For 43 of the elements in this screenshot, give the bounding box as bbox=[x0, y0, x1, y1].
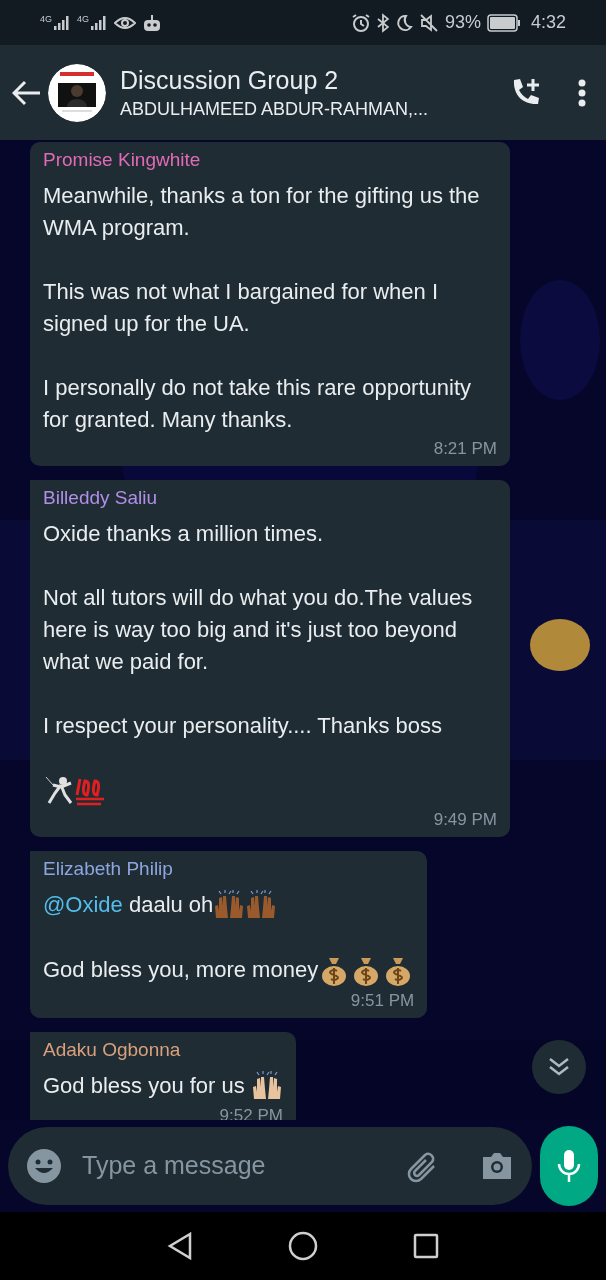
message-text: This was not what I bargained for when I signed up for the UA. bbox=[43, 278, 439, 338]
double-chevron-icon bbox=[548, 1057, 570, 1077]
mention-link[interactable]: @Oxide bbox=[43, 892, 123, 918]
message-time: 9:51 PM bbox=[350, 989, 415, 1012]
back-icon[interactable] bbox=[12, 79, 42, 106]
more-options-icon[interactable] bbox=[578, 78, 586, 107]
sender-name[interactable]: Promise Kingwhite bbox=[43, 146, 497, 174]
message-text: Meanwhile, thanks a ton for the gifting us the WMA program. bbox=[43, 182, 481, 242]
message-text: God bless you, more money bbox=[43, 954, 415, 988]
microphone-icon bbox=[556, 1148, 582, 1184]
emoji-icon[interactable] bbox=[26, 1148, 62, 1184]
microphone-button[interactable] bbox=[540, 1126, 598, 1206]
message-text: Not all tutors will do what you do.The values here is way too big and it's just too beyond what we paid for. bbox=[43, 584, 474, 676]
message-field[interactable]: Type a message bbox=[8, 1127, 532, 1205]
message-time: 8:21 PM bbox=[433, 438, 497, 460]
home-icon[interactable] bbox=[288, 1231, 318, 1261]
recent-apps-icon[interactable] bbox=[412, 1233, 439, 1259]
mute-icon bbox=[418, 12, 439, 33]
alarm-icon bbox=[350, 12, 371, 33]
signal-icon bbox=[90, 14, 109, 31]
message-text: I respect your personality.... Thanks boss bbox=[43, 712, 444, 740]
message-text: Oxide thanks a million times. bbox=[43, 520, 324, 548]
battery-icon bbox=[486, 13, 521, 32]
group-name[interactable]: Discussion Group 2 bbox=[120, 63, 508, 96]
message-time: 9:52 PM bbox=[219, 1104, 283, 1120]
bluetooth-icon bbox=[376, 12, 389, 33]
battery-percent: 93% bbox=[444, 11, 481, 34]
moon-icon bbox=[394, 13, 413, 32]
network-type: 4G bbox=[77, 14, 90, 24]
sender-name[interactable]: Adaku Ogbonna bbox=[43, 1035, 283, 1064]
sender-name[interactable]: Billeddy Saliu bbox=[43, 484, 497, 512]
robot-icon bbox=[142, 13, 163, 32]
clock: 4:32 bbox=[530, 11, 566, 34]
back-icon[interactable] bbox=[167, 1232, 194, 1260]
network-type: 4G bbox=[40, 14, 52, 24]
sender-name[interactable]: Elizabeth Philip bbox=[43, 855, 415, 884]
message-time: 9:49 PM bbox=[433, 809, 497, 832]
camera-icon[interactable] bbox=[480, 1151, 514, 1181]
group-members[interactable]: ABDULHAMEED ABDUR-RAHMAN,... bbox=[120, 95, 508, 122]
message-text: God bless you for us bbox=[43, 1069, 283, 1103]
message-text: @Oxide daalu oh bbox=[43, 889, 415, 923]
message-text: I personally do not take this rare opportunity for granted. Many thanks. bbox=[43, 374, 473, 434]
signal-icon bbox=[53, 14, 71, 31]
